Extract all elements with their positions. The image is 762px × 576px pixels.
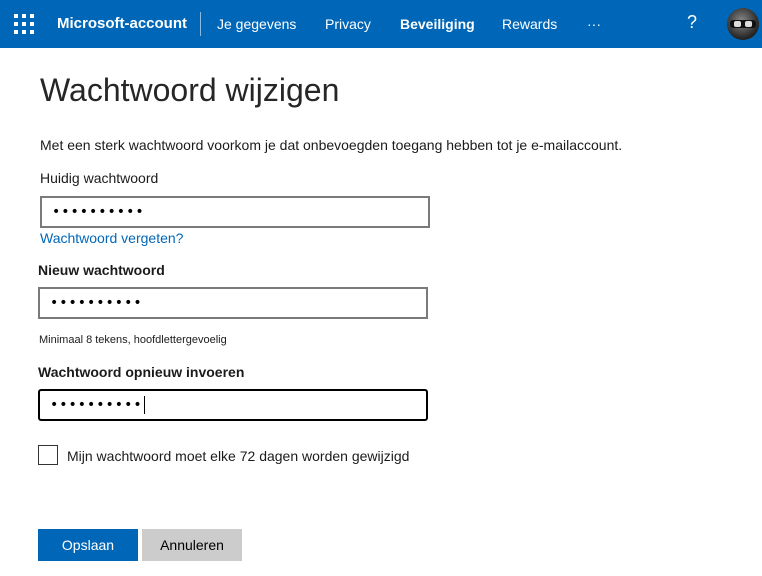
current-password-field[interactable]: ••••••••••: [40, 196, 430, 228]
header-divider: [200, 12, 201, 36]
current-password-label: Huidig wachtwoord: [40, 170, 159, 186]
expire-password-label[interactable]: Mijn wachtwoord moet elke 72 dagen worde…: [67, 448, 409, 464]
top-navigation-bar: Microsoft-account Je gegevens Privacy Be…: [0, 0, 762, 48]
app-launcher-icon[interactable]: [14, 14, 34, 34]
intro-text: Met een sterk wachtwoord voorkom je dat …: [40, 137, 623, 153]
new-password-field[interactable]: ••••••••••: [38, 287, 428, 319]
nav-item-rewards[interactable]: Rewards: [502, 16, 557, 32]
expire-password-checkbox[interactable]: [38, 445, 58, 465]
nav-item-je-gegevens[interactable]: Je gegevens: [217, 16, 296, 32]
nav-item-privacy[interactable]: Privacy: [325, 16, 371, 32]
cancel-button[interactable]: Annuleren: [142, 529, 242, 561]
forgot-password-link[interactable]: Wachtwoord vergeten?: [40, 230, 183, 246]
avatar[interactable]: [727, 8, 759, 40]
repeat-password-field[interactable]: ••••••••••: [38, 389, 428, 421]
new-password-label: Nieuw wachtwoord: [38, 262, 165, 278]
save-button[interactable]: Opslaan: [38, 529, 138, 561]
password-hint: Minimaal 8 tekens, hoofdlettergevoelig: [39, 334, 227, 346]
nav-more-menu[interactable]: ···: [587, 16, 601, 32]
repeat-password-label: Wachtwoord opnieuw invoeren: [38, 364, 245, 380]
help-icon[interactable]: ?: [687, 12, 697, 33]
text-caret: [143, 396, 145, 414]
page-title: Wachtwoord wijzigen: [40, 72, 340, 108]
nav-item-beveiliging[interactable]: Beveiliging: [400, 16, 475, 32]
brand-title[interactable]: Microsoft-account: [57, 15, 187, 32]
